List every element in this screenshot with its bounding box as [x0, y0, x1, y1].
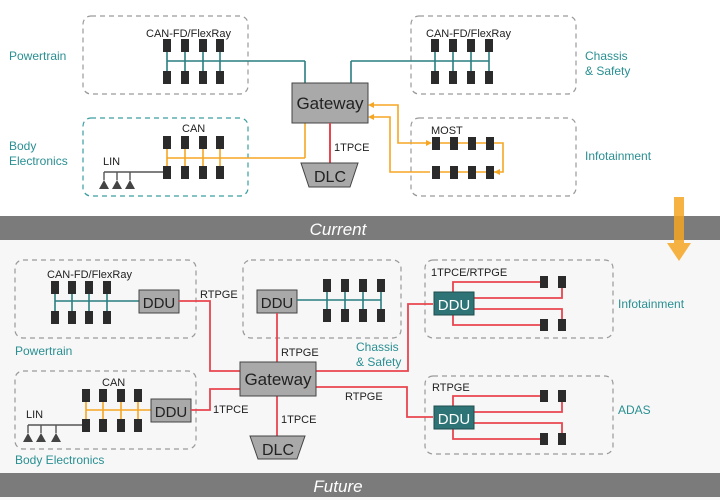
current-body-label-1: Body: [9, 139, 36, 153]
current-powertrain-bus-label: CAN-FD/FlexRay: [146, 28, 231, 40]
future-powertrain-bus-label: CAN-FD/FlexRay: [47, 269, 132, 281]
future-body-label: Body Electronics: [15, 453, 104, 467]
current-chassis-label-1: Chassis: [585, 49, 628, 63]
future-adas-bus-label: RTPGE: [432, 382, 470, 394]
lin-sensor-icon: [51, 433, 61, 442]
current-chassis-label-2: & Safety: [585, 64, 630, 78]
current-band-label: Current: [310, 220, 368, 239]
current-can-label: CAN: [182, 123, 205, 135]
lin-sensor-icon: [112, 180, 122, 189]
future-infotainment-ecus: [540, 276, 566, 331]
current-lin-bus: [99, 171, 163, 189]
future-powertrain-label: Powertrain: [15, 344, 72, 358]
current-powertrain-label: Powertrain: [9, 49, 66, 63]
future-infotainment-bus-label: 1TPCE/RTPGE: [431, 267, 507, 279]
future-chassis-link-label: RTPGE: [281, 347, 319, 359]
future-can-label: CAN: [102, 377, 125, 389]
future-powertrain-ecus: [51, 281, 111, 324]
lin-sensor-icon: [36, 433, 46, 442]
current-architecture: Powertrain Body Electronics Chassis & Sa…: [9, 15, 652, 197]
future-band-label: Future: [313, 477, 362, 496]
future-gateway-label: Gateway: [244, 370, 312, 389]
future-dlc-label: DLC: [262, 442, 294, 459]
vehicle-network-diagram: Powertrain Body Electronics Chassis & Sa…: [0, 15, 720, 497]
future-body-ddu-label: DDU: [155, 404, 188, 421]
future-architecture: Powertrain Body Electronics Chassis & Sa…: [14, 259, 685, 467]
future-chassis-label-1: Chassis: [356, 340, 399, 354]
future-body-link-label: 1TPCE: [213, 404, 248, 416]
future-adas-ddu-label: DDU: [438, 411, 471, 428]
lin-sensor-icon: [125, 180, 135, 189]
future-powertrain-bus: [54, 288, 139, 316]
future-chassis-label-2: & Safety: [356, 355, 401, 369]
current-chassis-bus-label: CAN-FD/FlexRay: [426, 28, 511, 40]
current-lin-label: LIN: [103, 156, 120, 168]
future-powertrain-ddu-label: DDU: [143, 295, 176, 312]
future-dlc-link-label: 1TPCE: [281, 414, 316, 426]
future-adas-ecus: [540, 390, 566, 445]
future-adas-label: ADAS: [618, 403, 651, 417]
current-most-label: MOST: [431, 125, 463, 137]
future-powertrain-link-label: RTPGE: [200, 289, 238, 301]
current-infotainment-label: Infotainment: [585, 149, 652, 163]
future-infotainment-label: Infotainment: [618, 297, 685, 311]
future-infotainment-ddu-label: DDU: [438, 297, 471, 314]
current-dlc-link-label: 1TPCE: [334, 142, 369, 154]
future-chassis-bus: [297, 286, 382, 314]
future-chassis-ddu-label: DDU: [261, 295, 294, 312]
current-dlc-label: DLC: [314, 169, 346, 186]
current-gateway-label: Gateway: [296, 94, 364, 113]
current-body-label-2: Electronics: [9, 154, 68, 168]
future-adas-link-label: RTPGE: [345, 391, 383, 403]
lin-sensor-icon: [23, 433, 33, 442]
future-lin-bus: [23, 424, 82, 442]
future-lin-label: LIN: [26, 409, 43, 421]
lin-sensor-icon: [99, 180, 109, 189]
